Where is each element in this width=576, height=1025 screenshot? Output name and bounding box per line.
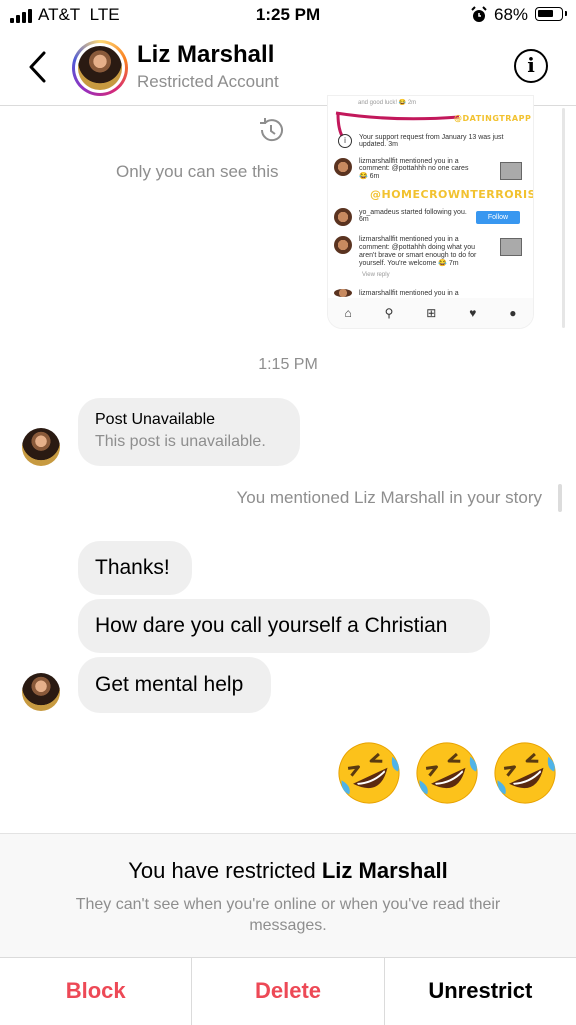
screenshot-line: lizmarshallfit mentioned you in a commen… — [359, 158, 469, 180]
delete-button[interactable]: Delete — [191, 958, 383, 1025]
screenshot-line: yo_amadeus started following you. 6m — [359, 209, 467, 223]
story-mention-notice: You mentioned Liz Marshall in your story — [236, 488, 542, 507]
restricted-name: Liz Marshall — [321, 858, 448, 883]
profile-dot-icon: ● — [509, 306, 517, 320]
screenshot-line: View reply — [362, 272, 390, 278]
screenshot-avatar — [334, 236, 352, 254]
block-button[interactable]: Block — [0, 958, 191, 1025]
screenshot-tab-bar: ⌂ ⚲ ⊞ ♥ ● — [328, 298, 533, 328]
screenshot-line: and good luck! 😂 2m — [358, 100, 417, 106]
sender-avatar[interactable] — [22, 673, 60, 711]
screenshot-avatar — [334, 158, 352, 176]
back-chevron-icon[interactable] — [26, 50, 50, 89]
screenshot-tag: @DATINGTRAPP — [454, 114, 532, 123]
history-icon — [256, 115, 286, 150]
screenshot-line: lizmarshallfit mentioned you in a — [359, 290, 459, 297]
action-bar: Block Delete Unrestrict — [0, 957, 576, 1025]
restriction-title: You have restricted Liz Marshall — [128, 858, 448, 883]
screenshot-avatar — [334, 289, 352, 297]
rofl-emoji — [494, 742, 556, 804]
restriction-description: They can't see when you're online or whe… — [75, 896, 501, 934]
screenshot-line: lizmarshallfit mentioned you in a commen… — [359, 236, 477, 267]
screenshot-line: Your support request from January 13 was… — [359, 134, 504, 148]
emoji-message[interactable] — [334, 738, 560, 808]
rofl-emoji — [416, 742, 478, 804]
post-unavailable-bubble[interactable]: Post Unavailable This post is unavailabl… — [78, 398, 300, 466]
message-timestamp: 1:15 PM — [258, 356, 318, 373]
scrollbar-thumb[interactable] — [558, 484, 562, 512]
screenshot-follow-button: Follow — [476, 211, 520, 224]
scrollbar[interactable] — [562, 108, 565, 328]
heart-icon: ♥ — [469, 306, 477, 320]
shared-screenshot[interactable]: and good luck! 😂 2m @DATINGTRAPP i Your … — [328, 96, 533, 328]
unrestrict-button[interactable]: Unrestrict — [383, 958, 576, 1025]
battery-percent: 68% — [494, 5, 529, 24]
status-time: 1:25 PM — [255, 5, 321, 24]
message-bubble[interactable]: Get mental help — [78, 657, 271, 713]
view-once-caption: Only you can see this — [116, 162, 279, 181]
contact-name[interactable]: Liz Marshall — [137, 41, 274, 69]
post-title: Post Unavailable — [95, 411, 216, 428]
alarm-icon — [471, 6, 487, 29]
status-bar: AT&T LTE 1:25 PM 68% — [0, 0, 576, 30]
search-icon: ⚲ — [384, 306, 394, 320]
message-bubble[interactable]: Thanks! — [78, 541, 192, 595]
screenshot-thumb — [500, 238, 522, 256]
home-icon: ⌂ — [344, 306, 352, 320]
battery-icon — [535, 7, 567, 21]
screenshot-tag: @HOMECROWNTERRORISTS — [370, 188, 533, 201]
rofl-emoji — [338, 742, 400, 804]
plus-square-icon: ⊞ — [426, 306, 437, 320]
message-bubble[interactable]: How dare you call yourself a Christian — [78, 599, 490, 653]
post-subtitle: This post is unavailable. — [95, 433, 266, 450]
profile-avatar[interactable] — [72, 40, 128, 96]
contact-status: Restricted Account — [137, 72, 279, 91]
info-circle-icon: i — [338, 134, 352, 148]
info-icon[interactable]: i — [514, 49, 548, 83]
screenshot-avatar — [334, 208, 352, 226]
screenshot-thumb — [500, 162, 522, 180]
sender-avatar[interactable] — [22, 428, 60, 466]
